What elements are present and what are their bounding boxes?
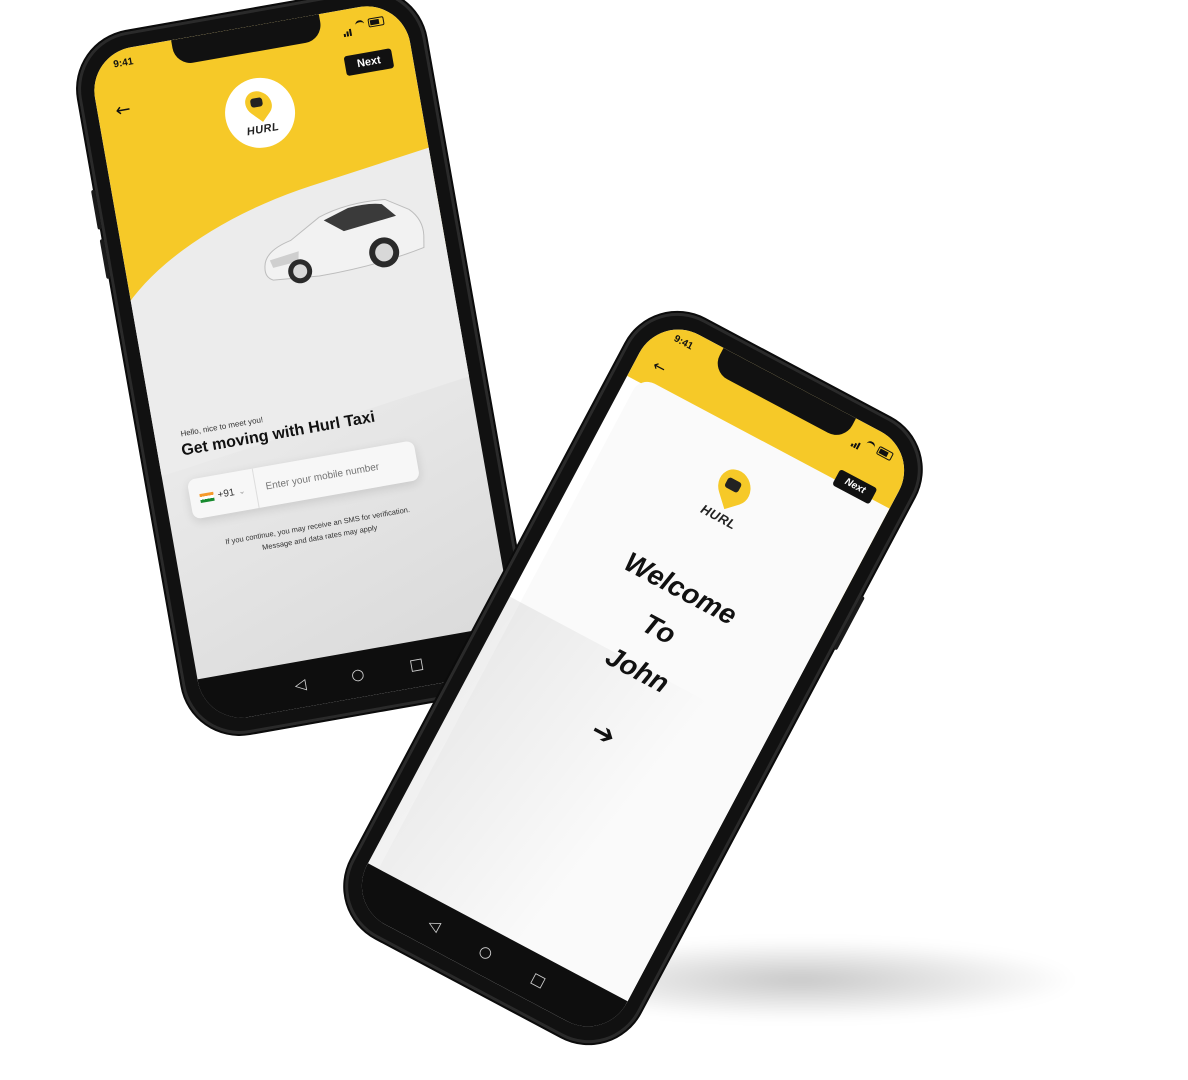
circle-home-icon[interactable]: ○ <box>476 941 496 963</box>
wifi-icon <box>354 19 365 30</box>
battery-icon <box>367 16 385 28</box>
mobile-number-field[interactable] <box>254 454 418 494</box>
triangle-back-icon[interactable]: ◁ <box>293 674 307 694</box>
volume-down-button <box>99 238 111 280</box>
signal-icon <box>341 17 353 38</box>
chevron-down-icon: ⌄ <box>237 485 246 496</box>
wifi-icon <box>864 439 877 452</box>
india-flag-icon <box>199 491 215 503</box>
phone-left: 9:41 ← Next HURL Hello, nice to meet you… <box>68 0 540 744</box>
login-screen: 9:41 ← Next HURL Hello, nice to meet you… <box>87 0 521 725</box>
logo-text: HURL <box>245 120 281 139</box>
square-recent-icon[interactable]: □ <box>408 653 425 673</box>
country-code: +91 <box>216 486 236 501</box>
square-recent-icon[interactable]: □ <box>528 968 549 991</box>
circle-home-icon[interactable]: ○ <box>350 664 366 684</box>
triangle-back-icon[interactable]: ◁ <box>425 913 444 934</box>
sms-disclaimer: If you continue, you may receive an SMS … <box>224 504 411 553</box>
map-pin-car-icon <box>240 86 277 122</box>
country-code-selector[interactable]: +91 ⌄ <box>186 468 260 520</box>
volume-up-button <box>90 189 102 230</box>
